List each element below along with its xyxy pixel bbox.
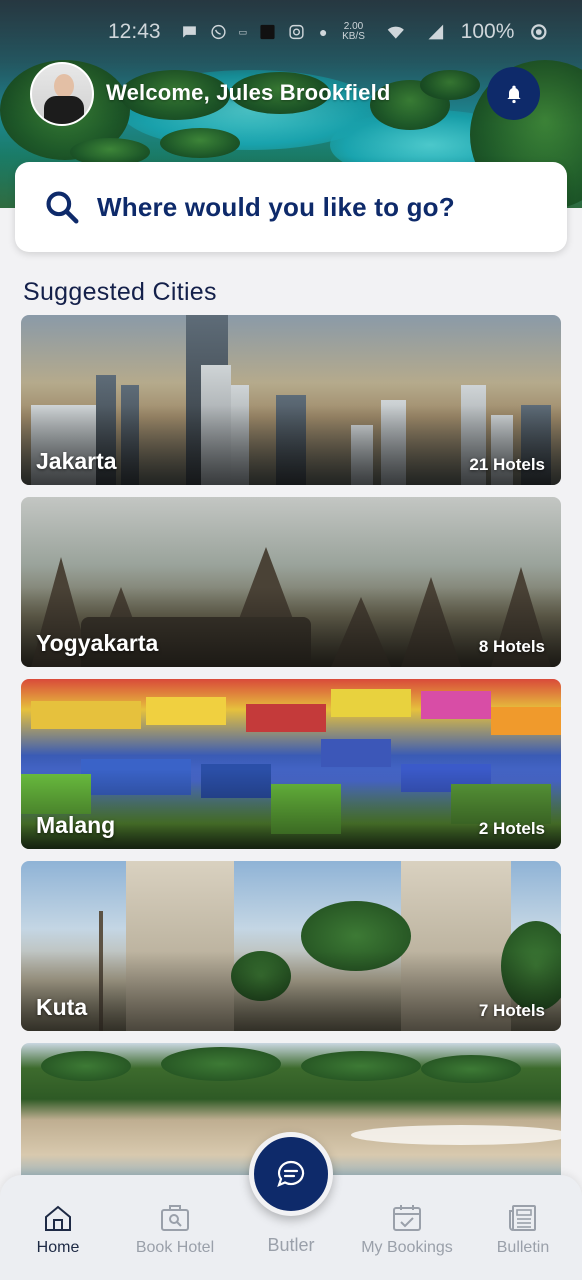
hotel-count: 21 Hotels <box>469 455 545 474</box>
city-card-yogyakarta[interactable]: Yogyakarta 8 Hotels <box>21 497 561 667</box>
home-icon <box>45 1205 71 1231</box>
welcome-text: Welcome, Jules Brookfield <box>106 80 391 105</box>
avatar-head <box>54 74 74 98</box>
dot-icon: ● <box>319 24 328 40</box>
palm-tree <box>41 1051 131 1081</box>
nav-my-bookings[interactable]: My Bookings <box>352 1203 462 1257</box>
section-title-suggested-cities: Suggested Cities <box>23 278 217 306</box>
signal-icon <box>428 24 444 40</box>
hotel-count: 2 Hotels <box>478 819 545 838</box>
nav-label: Book Hotel <box>135 1239 215 1256</box>
avatar-body <box>44 96 84 124</box>
roof-shape <box>331 689 411 717</box>
app-notification-icon: ▭ <box>238 26 248 37</box>
nav-home[interactable]: Home <box>3 1203 113 1257</box>
hotel-count: 8 Hotels <box>478 637 545 656</box>
city-name: Yogyakarta <box>36 630 159 656</box>
chat-icon <box>277 1160 305 1187</box>
city-name: Malang <box>36 812 116 838</box>
palm-tree <box>301 1051 421 1081</box>
message-icon <box>182 26 196 38</box>
roof-shape <box>146 697 226 725</box>
hotel-count: 7 Hotels <box>478 1001 545 1020</box>
roof-shape <box>246 704 326 732</box>
search-icon <box>46 191 79 224</box>
battery-percent: 100% <box>460 20 515 43</box>
avatar[interactable] <box>30 62 94 126</box>
nav-label: My Bookings <box>361 1239 453 1256</box>
whatsapp-icon <box>210 24 226 40</box>
newspaper-icon <box>509 1205 536 1231</box>
roof-shape <box>491 707 561 735</box>
nav-label: Butler <box>267 1235 315 1255</box>
city-name: Kuta <box>36 994 88 1020</box>
roof-shape <box>421 691 491 719</box>
city-card-jakarta[interactable]: Jakarta 21 Hotels <box>21 315 561 485</box>
net-speed: 2.00 KB/S <box>342 21 365 42</box>
nav-book-hotel[interactable]: Book Hotel <box>120 1203 230 1257</box>
instagram-icon <box>289 24 304 40</box>
nav-butler[interactable]: Butler <box>236 1235 346 1256</box>
status-time: 12:43 <box>108 20 161 43</box>
wifi-icon <box>388 26 405 39</box>
notification-button[interactable] <box>487 67 540 120</box>
roof-shape <box>321 739 391 767</box>
status-bar: 12:43 ▭ ● 2.00 KB/S 100% <box>0 0 582 64</box>
city-card-kuta[interactable]: Kuta 7 Hotels <box>21 861 561 1031</box>
city-name: Jakarta <box>36 448 117 474</box>
search-placeholder: Where would you like to go? <box>97 191 455 222</box>
roof-shape <box>31 701 141 729</box>
palm-tree <box>161 1047 281 1081</box>
nav-label: Bulletin <box>496 1239 550 1256</box>
wave-shape <box>351 1125 561 1145</box>
nav-label: Home <box>36 1239 80 1256</box>
bell-icon <box>506 85 521 103</box>
nav-bulletin[interactable]: Bulletin <box>468 1203 578 1257</box>
calendar-check-icon <box>393 1205 421 1231</box>
battery-icon <box>531 24 547 40</box>
city-card-malang[interactable]: Malang 2 Hotels <box>21 679 561 849</box>
search-bar[interactable]: Where would you like to go? <box>15 162 567 252</box>
hotel-icon <box>161 1205 189 1231</box>
butler-chat-button[interactable] <box>249 1132 333 1216</box>
app-icon <box>260 24 275 40</box>
palm-tree <box>421 1055 521 1083</box>
